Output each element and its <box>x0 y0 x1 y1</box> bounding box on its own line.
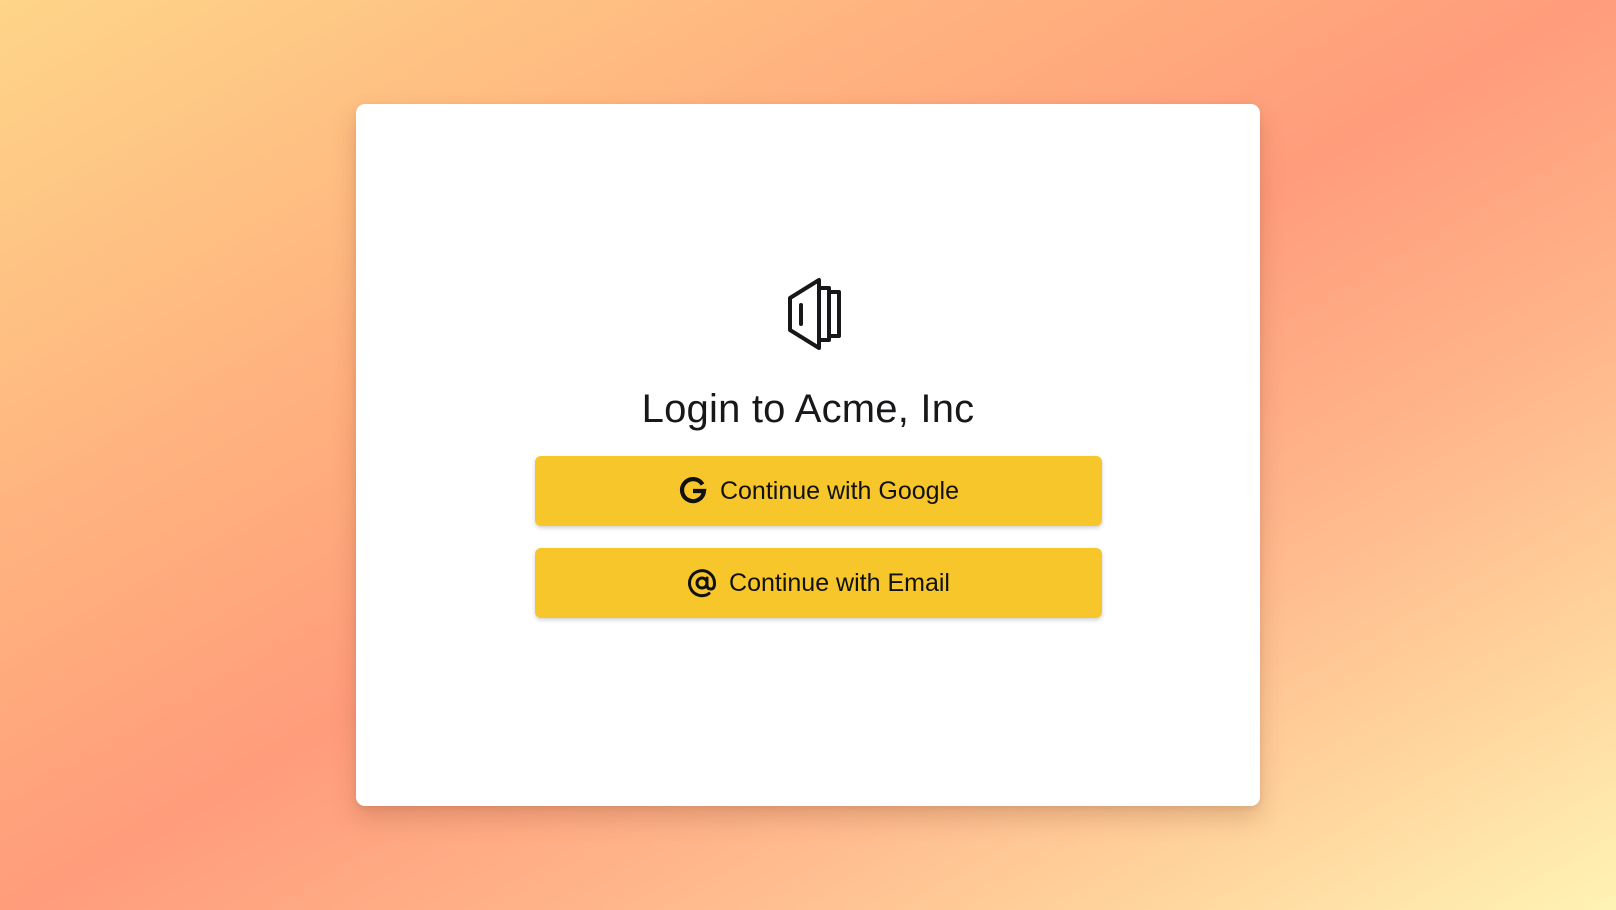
google-icon <box>678 476 708 506</box>
login-card <box>356 104 1260 806</box>
at-sign-icon <box>687 568 717 598</box>
email-button-label: Continue with Email <box>729 568 950 597</box>
page-title: Login to Acme, Inc <box>641 387 975 431</box>
continue-with-google-button[interactable]: Continue with Google <box>535 456 1102 526</box>
google-button-label: Continue with Google <box>719 476 960 505</box>
logo-icon <box>788 278 841 350</box>
continue-with-email-button[interactable]: Continue with Email <box>535 548 1102 618</box>
